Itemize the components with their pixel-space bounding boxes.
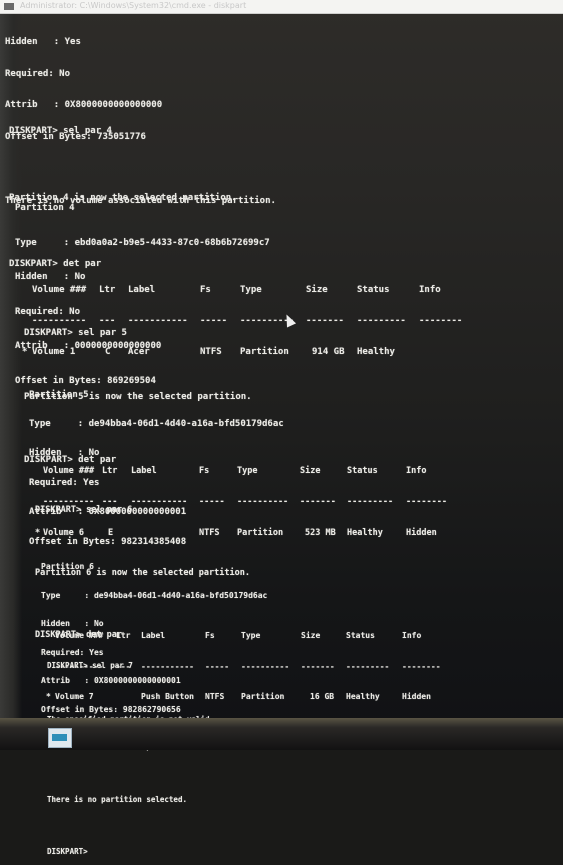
title-bar[interactable]: Administrator: C:\Windows\System32\cmd.e… (0, 0, 563, 14)
separator: ---------- (241, 661, 290, 671)
cmd-app-icon (4, 3, 14, 10)
col-volume: Volume ### (43, 466, 95, 476)
col-label: Label (128, 285, 156, 295)
col-status: Status (346, 631, 375, 640)
separator: ------- (300, 496, 336, 507)
sticker-logo-icon (48, 728, 72, 748)
col-status: Status (347, 466, 378, 476)
size-cell: 16 GB (310, 691, 335, 701)
col-type: Type (241, 631, 261, 640)
command-line: DISKPART> sel par 4 (9, 126, 112, 136)
col-ltr: Ltr (99, 285, 116, 295)
table-header: Volume ### Ltr Label Fs Type Size Status… (22, 285, 482, 296)
monitor-bottom-bezel (0, 718, 563, 750)
type-cell: Partition (241, 691, 285, 701)
type-line: Type : de94bba4-06d1-4d40-a16a-bfd50179d… (29, 418, 284, 429)
col-info: Info (406, 466, 427, 476)
type-line: Type : de94bba4-06d1-4d40-a16a-bfd50179d… (41, 590, 268, 600)
console-output-block-5: DISKPART> sel par 7 The specified partit… (47, 643, 214, 865)
command-line: DISKPART> sel par 6 (35, 505, 133, 515)
col-info: Info (402, 631, 422, 640)
col-fs: Fs (205, 631, 215, 640)
separator: -------- (406, 496, 447, 507)
separator: ------- (301, 661, 335, 671)
col-label: Label (141, 631, 166, 640)
status-cell: Healthy (357, 346, 395, 357)
required-line: Required: No (5, 68, 71, 79)
col-type: Type (240, 285, 262, 295)
info-cell: Hidden (402, 691, 431, 701)
no-selection-message: There is no partition selected. (47, 795, 187, 804)
hidden-line: Hidden : Yes (5, 37, 81, 47)
partition-title: Partition 6 (41, 562, 94, 571)
separator: -------- (402, 661, 441, 671)
col-ltr: Ltr (102, 466, 118, 476)
size-cell: 523 MB (305, 527, 336, 538)
col-label: Label (131, 466, 157, 476)
col-fs: Fs (199, 466, 210, 476)
status-cell: Healthy (346, 691, 380, 701)
col-size: Size (301, 631, 321, 640)
col-ltr: Ltr (116, 631, 131, 640)
separator: ------- (306, 315, 344, 326)
info-cell: Hidden (406, 527, 437, 538)
status-cell: Healthy (347, 527, 383, 538)
separator: --------- (347, 496, 394, 507)
col-size: Size (306, 285, 328, 295)
col-size: Size (300, 466, 321, 476)
col-volume: Volume ### (55, 631, 104, 640)
col-volume: Volume ### (32, 285, 87, 295)
partition-title: Partition 4 (15, 203, 75, 213)
col-type: Type (237, 466, 258, 476)
separator: -------- (419, 315, 463, 326)
separator: --------- (357, 315, 406, 326)
type-line: Type : ebd0a0a2-b9e5-4433-87c0-68b6b7269… (15, 237, 270, 248)
command-prompt-input[interactable]: DISKPART> (47, 847, 214, 856)
command-line: DISKPART> sel par 5 (24, 328, 127, 338)
size-cell: 914 GB (312, 346, 345, 357)
col-fs: Fs (200, 285, 211, 295)
command-line: DISKPART> sel par 7 (47, 661, 133, 670)
partition-title: Partition 5 (29, 389, 89, 400)
table-header: Volume ### Ltr Label Fs Type Size Status… (35, 466, 475, 477)
col-info: Info (419, 285, 441, 295)
window-title: Administrator: C:\Windows\System32\cmd.e… (20, 1, 247, 10)
separator: --------- (346, 661, 390, 671)
col-status: Status (357, 285, 390, 295)
table-header: Volume ### Ltr Label Fs Type Size Status… (46, 631, 466, 642)
